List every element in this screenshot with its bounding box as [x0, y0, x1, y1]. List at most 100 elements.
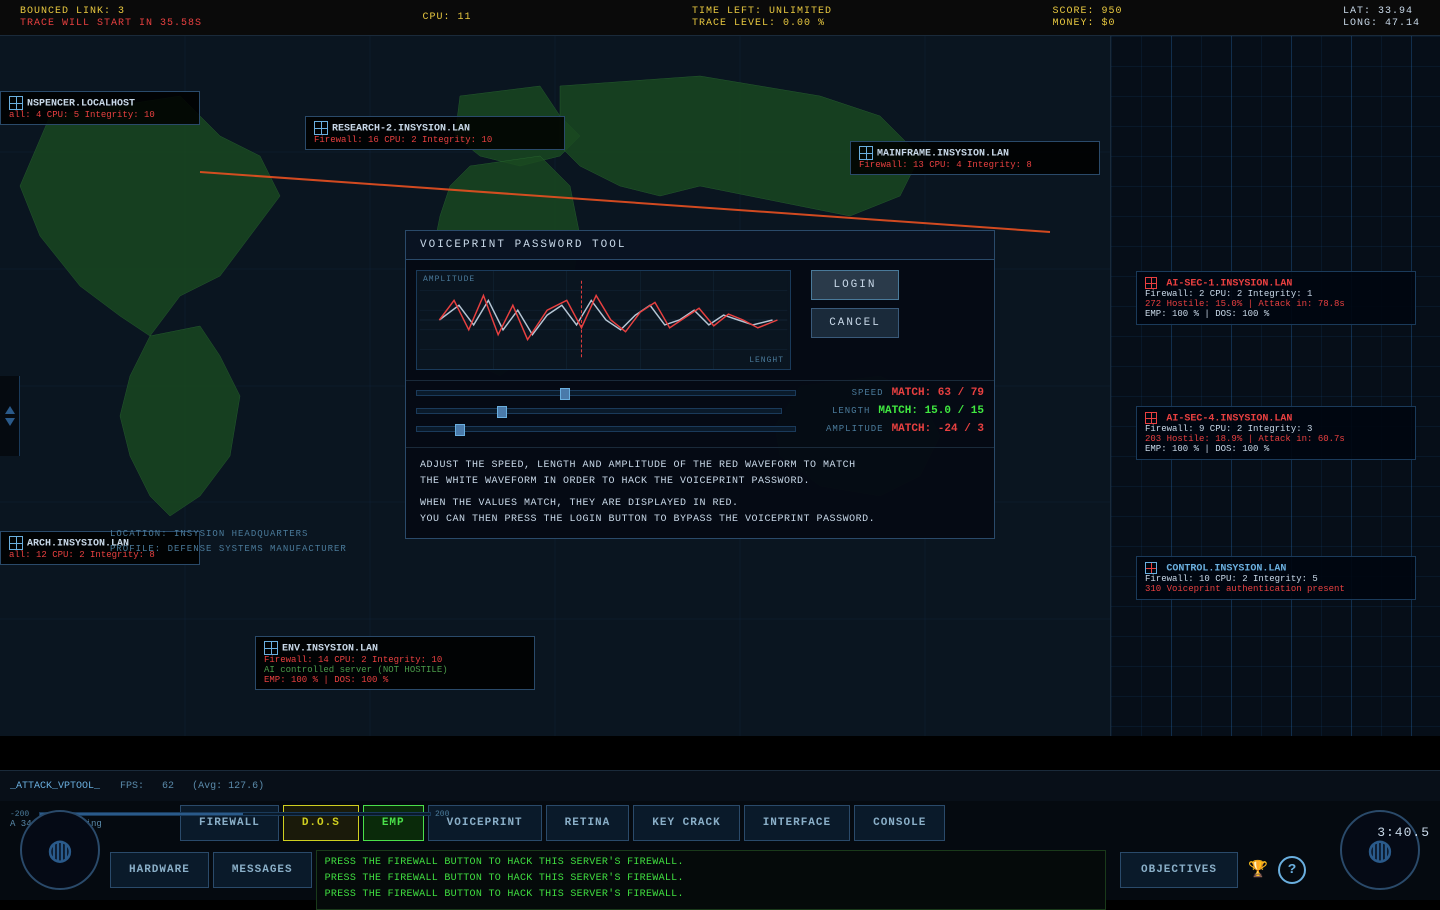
login-button[interactable]: LOGIN — [811, 270, 899, 300]
instr-line2: the white waveform in order to hack the … — [420, 474, 980, 490]
speed-thumb[interactable] — [560, 388, 570, 400]
logo-left-icon: ◍ — [48, 833, 72, 867]
message-area: Press the FIREWALL button to hack this s… — [316, 850, 1106, 910]
range-left: -200 — [10, 810, 35, 819]
time-left-label: Time Left: Unlimited — [692, 6, 832, 17]
attack-tool-label: _ATTACK_VPTOOL_ — [10, 781, 100, 792]
grid-line — [1291, 36, 1292, 736]
waveform-svg — [417, 271, 790, 369]
speed-slider-row: SPEED MATCH: 63 / 79 — [416, 387, 984, 399]
cancel-button[interactable]: CANCEL — [811, 308, 899, 338]
control-crosshair-icon: .rn-crosshair:last-of-type::before,.rn-c… — [1145, 562, 1157, 574]
location-info: Location: Insysion headquarters Profile:… — [110, 527, 347, 556]
aisec4-line1: Firewall: 9 CPU: 2 Integrity: 3 — [1145, 424, 1407, 434]
instr-line5: You can then press the LOGIN button to b… — [420, 512, 980, 528]
hardware-button[interactable]: HARDWARE — [110, 852, 209, 888]
msg-line1: Press the FIREWALL button to hack this s… — [325, 855, 1097, 871]
messages-button[interactable]: MESSAGES — [213, 852, 312, 888]
node-research[interactable]: RESEARCH-2.INSYSION.LAN Firewall: 16 CPU… — [305, 116, 565, 150]
grid-line — [1231, 36, 1232, 736]
aisec1-line1: Firewall: 2 CPU: 2 Integrity: 1 — [1145, 289, 1407, 299]
scroll-down-icon[interactable] — [5, 418, 15, 426]
amplitude-track[interactable] — [416, 426, 796, 432]
amplitude-thumb[interactable] — [455, 424, 465, 436]
msg-line2: Press the FIREWALL button to hack this s… — [325, 871, 1097, 887]
instr-line4: When the values match, they are displaye… — [420, 496, 980, 512]
time-display: 3:40.5 — [1377, 825, 1430, 840]
waveform-canvas: AMPLITUDE LENGHT — [416, 270, 791, 370]
key-crack-button[interactable]: KEY CRACK — [633, 805, 739, 841]
spencer-stats: all: 4 CPU: 5 Integrity: 10 — [9, 110, 191, 120]
scroll-up-icon[interactable] — [5, 406, 15, 414]
money-label: Money: $0 — [1052, 18, 1122, 29]
env-line1: Firewall: 14 CPU: 2 Integrity: 10 — [264, 655, 526, 665]
aisec1-hostile: 272 Hostile: 15.0% | Attack in: 78.8s — [1145, 299, 1407, 309]
fps-label: FPS: 62 (Avg: 127.6) — [120, 781, 264, 792]
mainframe-stats: Firewall: 13 CPU: 4 Integrity: 8 — [859, 160, 1091, 170]
research-title: RESEARCH-2.INSYSION.LAN — [332, 124, 470, 135]
aisec4-crosshair-icon — [1145, 412, 1157, 424]
msg-line3: Press the FIREWALL button to hack this s… — [325, 887, 1097, 903]
retina-button[interactable]: RETINA — [546, 805, 630, 841]
dialog-buttons: LOGIN CANCEL — [811, 270, 899, 370]
location-line1: Location: Insysion headquarters — [110, 527, 347, 541]
bounced-link-section: Bounced Link: 3 Trace will start in 35.5… — [20, 6, 202, 29]
coords-section: LAT: 33.94 LONG: 47.14 — [1343, 6, 1420, 29]
objectives-button[interactable]: OBJECTIVES — [1120, 852, 1238, 888]
node-mainframe[interactable]: MAINFRAME.INSYSION.LAN Firewall: 13 CPU:… — [850, 141, 1100, 175]
trace-warn-label: Trace will start in 35.58s — [20, 18, 202, 29]
location-line2: Profile: Defense systems manufacturer — [110, 542, 347, 556]
env-line3: EMP: 100 % | DOS: 100 % — [264, 675, 526, 685]
rn-control[interactable]: .rn-crosshair:last-of-type::before,.rn-c… — [1136, 556, 1416, 600]
aisec1-crosshair-icon — [1145, 277, 1157, 289]
control-special: 310 Voiceprint authentication present — [1145, 584, 1407, 594]
aisec4-hostile: 203 Hostile: 18.9% | Attack in: 60.7s — [1145, 434, 1407, 444]
speed-match: MATCH: 63 / 79 — [892, 387, 984, 399]
node-env[interactable]: ENV.INSYSION.LAN Firewall: 14 CPU: 2 Int… — [255, 636, 535, 690]
score-section: Score: 950 Money: $0 — [1052, 6, 1122, 29]
logo-left: ◍ — [20, 810, 100, 890]
speed-label: SPEED — [804, 388, 884, 398]
grid-line — [1411, 36, 1412, 736]
console-button[interactable]: CONSOLE — [854, 805, 945, 841]
trophy-icon[interactable]: 🏆 — [1248, 860, 1268, 880]
control-line1: Firewall: 10 CPU: 2 Integrity: 5 — [1145, 574, 1407, 584]
grid-line — [1171, 36, 1172, 736]
aisec1-title: AI-SEC-1.INSYSION.LAN — [1166, 278, 1292, 289]
length-thumb[interactable] — [497, 406, 507, 418]
amplitude-label: AMPLITUDE — [804, 424, 884, 434]
rn-aisec4[interactable]: AI-SEC-4.INSYSION.LAN Firewall: 9 CPU: 2… — [1136, 406, 1416, 460]
vertical-slider[interactable] — [0, 376, 20, 456]
aisec1-emp: EMP: 100 % | DOS: 100 % — [1145, 309, 1407, 319]
length-track[interactable] — [416, 408, 782, 414]
waveform-area: AMPLITUDE LENGHT — [416, 270, 801, 370]
length-label: LENGHT — [749, 356, 784, 365]
node-spencer[interactable]: nspencer.localhost all: 4 CPU: 5 Integri… — [0, 91, 200, 125]
aisec4-emp: EMP: 100 % | DOS: 100 % — [1145, 444, 1407, 454]
control-title: CONTROL.INSYSION.LAN — [1166, 563, 1286, 574]
aisec4-title: AI-SEC-4.INSYSION.LAN — [1166, 413, 1292, 424]
top-bar: Bounced Link: 3 Trace will start in 35.5… — [0, 0, 1440, 36]
length-slider-row: LENGTH MATCH: 15.0 / 15 — [416, 405, 984, 417]
bottom-row: ◍ HARDWARE MESSAGES Press the FIREWALL b… — [0, 840, 1440, 900]
interface-button[interactable]: INTERFACE — [744, 805, 850, 841]
length-match: MATCH: 15.0 / 15 — [878, 405, 984, 417]
bounced-link-label: Bounced Link: 3 — [20, 6, 202, 17]
env-title: ENV.INSYSION.LAN — [282, 644, 378, 655]
dialog-body: AMPLITUDE LENGHT — [406, 260, 994, 380]
voiceprint-dialog: Voiceprint Password Tool AMPLITUDE LENGH… — [405, 230, 995, 539]
long-label: LONG: 47.14 — [1343, 18, 1420, 29]
logo-right: ◍ — [1340, 810, 1420, 890]
env-line2: AI controlled server (NOT HOSTILE) — [264, 665, 526, 675]
help-icon[interactable]: ? — [1278, 856, 1306, 884]
cpu-label: CPU: 11 — [423, 12, 472, 23]
instructions: Adjust the speed, length and amplitude o… — [406, 447, 994, 538]
speed-track[interactable] — [416, 390, 796, 396]
amplitude-match: MATCH: -24 / 3 — [892, 423, 984, 435]
time-section: Time Left: Unlimited Trace Level: 0.00 % — [692, 6, 832, 29]
tracker-track[interactable] — [39, 812, 431, 816]
rn-aisec1[interactable]: AI-SEC-1.INSYSION.LAN Firewall: 2 CPU: 2… — [1136, 271, 1416, 325]
grid-line — [1351, 36, 1352, 736]
research-stats: Firewall: 16 CPU: 2 Integrity: 10 — [314, 135, 556, 145]
right-panel: AI-SEC-1.INSYSION.LAN Firewall: 2 CPU: 2… — [1110, 36, 1440, 736]
